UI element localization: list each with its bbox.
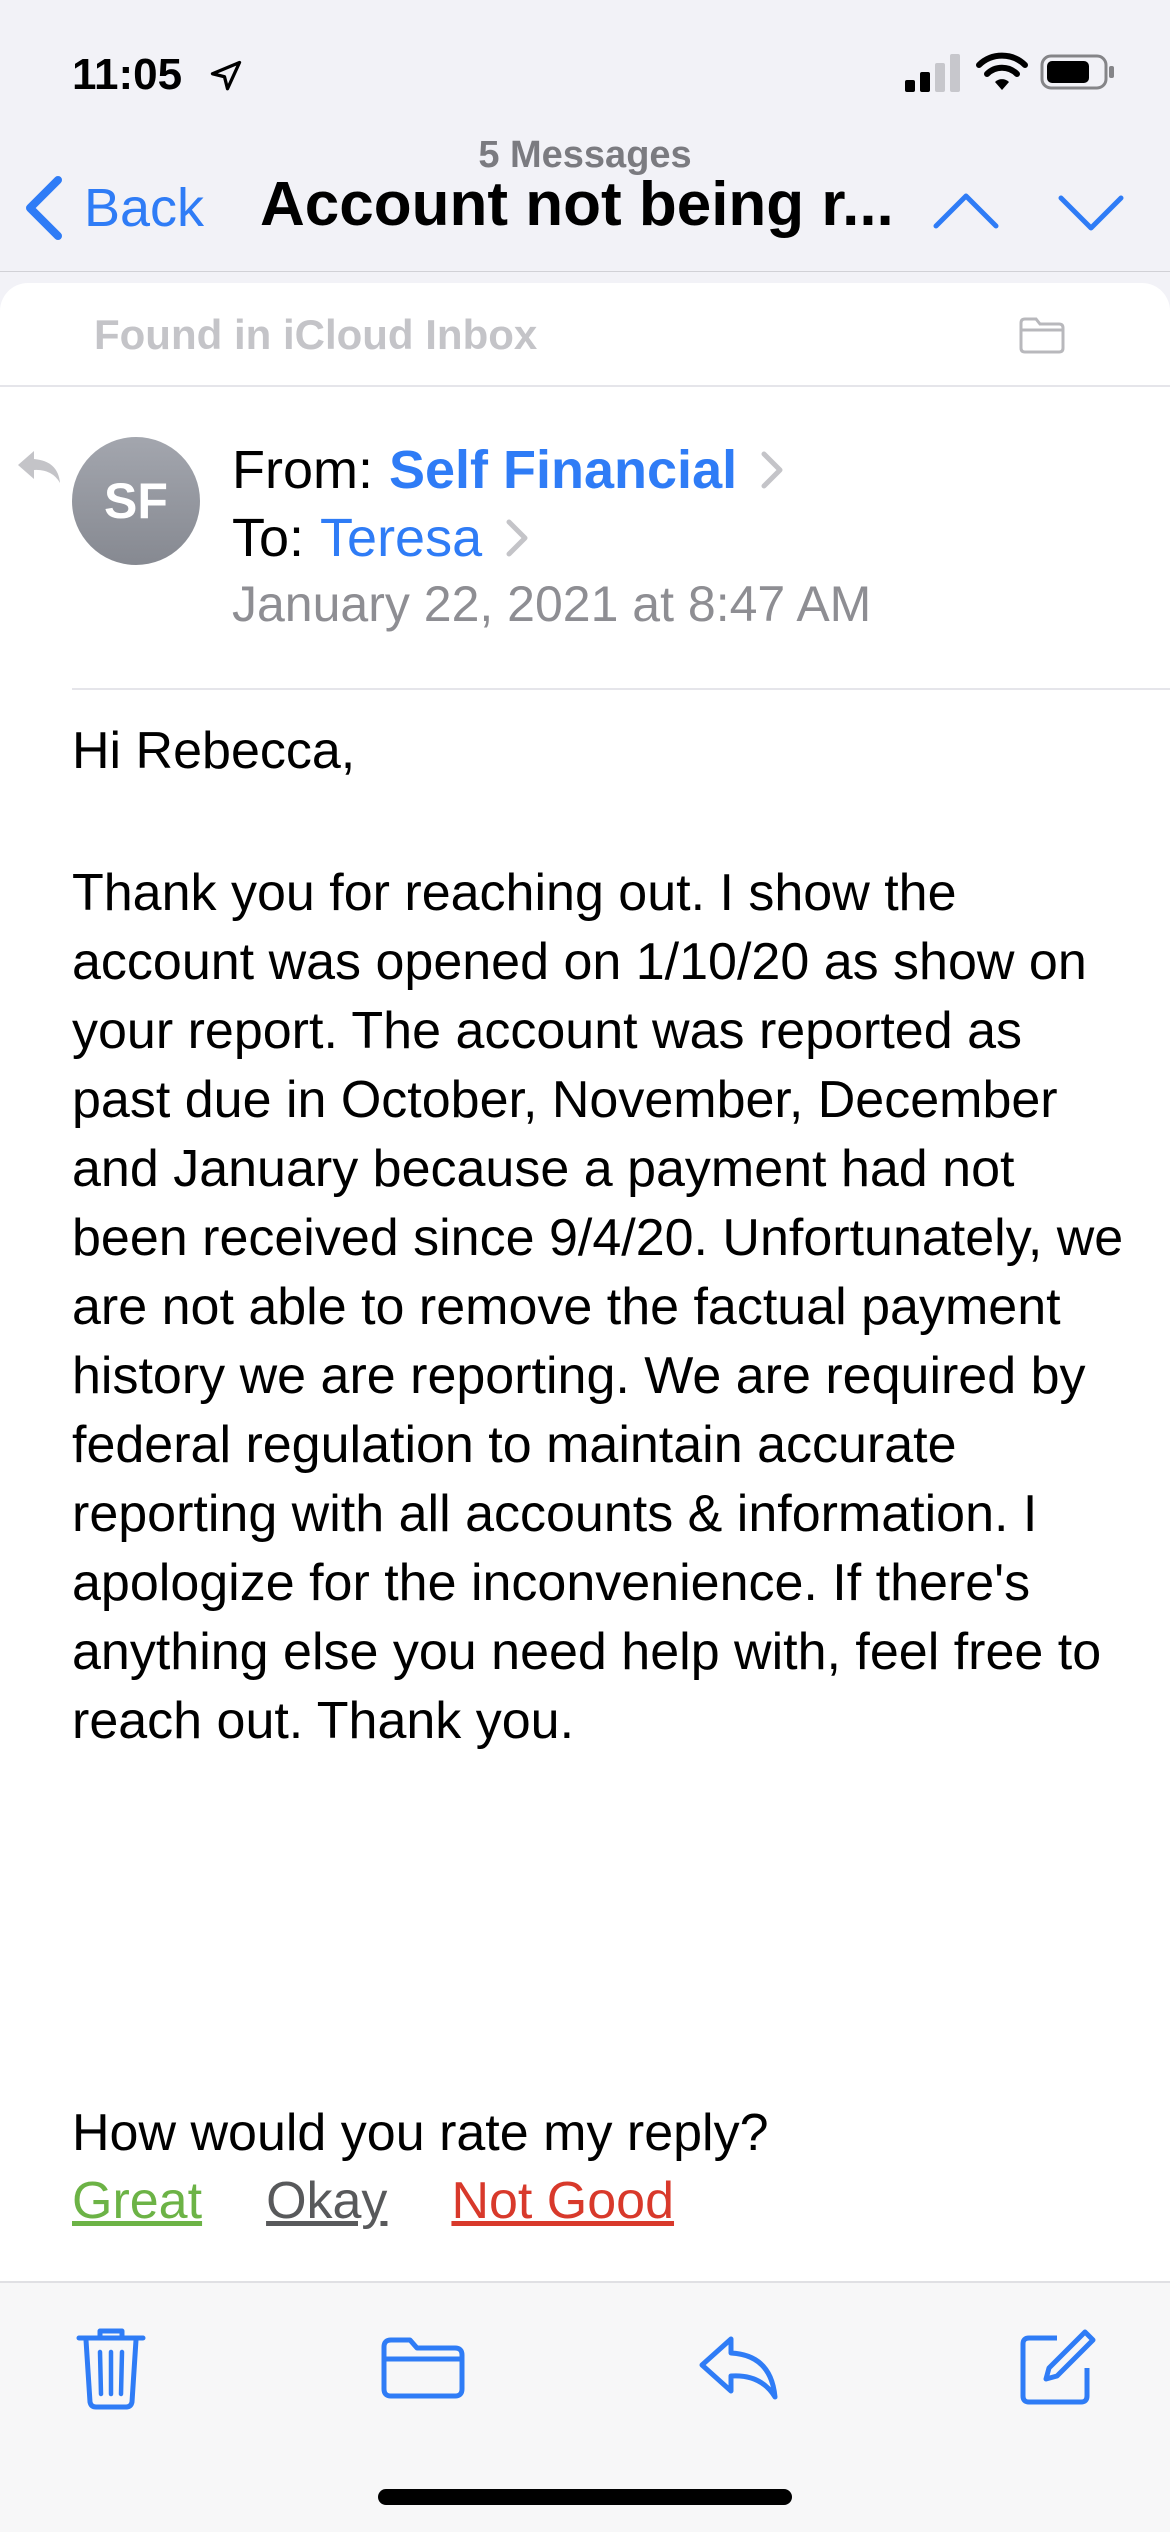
next-message-chevron-down-icon[interactable] [1055, 180, 1127, 244]
rating-options: Great Okay Not Good [72, 2171, 738, 2231]
status-time: 11:05 [72, 50, 183, 99]
chevron-right-icon[interactable] [504, 518, 530, 558]
home-indicator[interactable] [378, 2489, 792, 2505]
back-button[interactable]: Back [22, 168, 204, 248]
move-to-folder-button[interactable] [378, 2323, 468, 2413]
replied-indicator-icon [18, 451, 60, 483]
reply-icon [699, 2336, 778, 2400]
email-subject-title: Account not being r... [260, 170, 894, 239]
compose-button[interactable] [1012, 2323, 1102, 2413]
to-line: To: Teresa [232, 507, 530, 569]
found-in-mailbox-bar[interactable]: Found in iCloud Inbox [0, 283, 1170, 387]
compose-icon [1020, 2329, 1096, 2405]
nav-bar: 5 Messages Back Account not being r... [0, 130, 1170, 272]
battery-icon [1040, 54, 1114, 90]
from-line: From: Self Financial [232, 439, 785, 501]
trash-icon [76, 2328, 146, 2410]
sender-name[interactable]: Self Financial [389, 439, 737, 501]
rating-question: How would you rate my reply? [72, 2104, 769, 2162]
wifi-icon [976, 52, 1028, 90]
email-date: January 22, 2021 at 8:47 AM [232, 576, 872, 632]
chevron-right-icon[interactable] [759, 450, 785, 490]
chevron-left-icon [26, 176, 62, 240]
folder-icon [381, 2337, 465, 2399]
folder-icon[interactable] [1018, 315, 1066, 355]
trash-button[interactable] [66, 2323, 156, 2413]
recipient-name[interactable]: Teresa [320, 507, 482, 569]
reply-button[interactable] [694, 2323, 784, 2413]
cellular-signal-icon [905, 54, 960, 92]
from-label: From: [232, 440, 373, 500]
mail-card: Found in iCloud Inbox SF From: Self Fina… [0, 283, 1170, 2281]
email-body-paragraph: Thank you for reaching out. I show the a… [72, 864, 1124, 1750]
rating-great-link[interactable]: Great [72, 2171, 202, 2231]
location-arrow-icon [210, 60, 242, 91]
sender-avatar[interactable]: SF [72, 437, 200, 565]
to-label: To: [232, 508, 305, 568]
email-greeting: Hi Rebecca, [72, 722, 356, 780]
found-in-mailbox-text: Found in iCloud Inbox [94, 311, 538, 358]
previous-message-chevron-up-icon[interactable] [930, 180, 1002, 244]
back-label: Back [84, 178, 205, 238]
status-bar: 11:05 [0, 0, 1170, 140]
rating-okay-link[interactable]: Okay [266, 2171, 387, 2231]
header-divider [72, 688, 1170, 690]
rating-not-good-link[interactable]: Not Good [451, 2171, 674, 2231]
